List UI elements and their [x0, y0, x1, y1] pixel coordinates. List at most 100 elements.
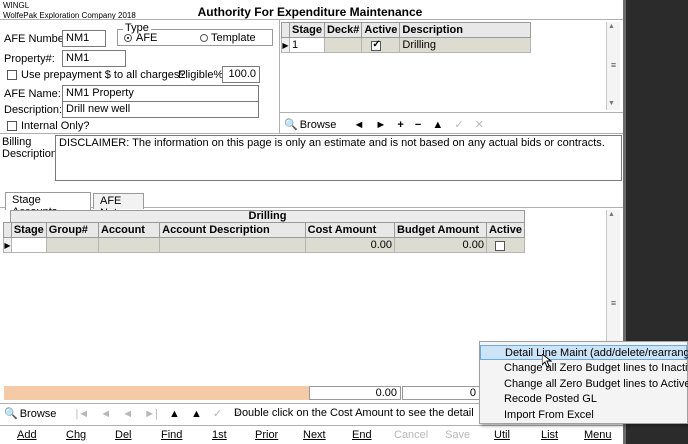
stage-cell[interactable]: 1 — [289, 37, 325, 53]
afe-number-label: AFE Number: — [4, 33, 71, 45]
acct-active-checkbox[interactable] — [494, 241, 505, 251]
budget-amount-column-header[interactable]: Budget Amount — [394, 222, 487, 238]
group-cell[interactable] — [45, 237, 99, 253]
description-label: Description: — [4, 104, 63, 116]
stage-grid: Stage Deck# Active Description ▶ 1 Drill… — [281, 22, 531, 53]
menu-item-zero-budget-inactive[interactable]: Change all Zero Budget lines to Inactive — [480, 361, 688, 376]
accounts-browse-button[interactable]: Browse — [20, 408, 57, 420]
account-column-header[interactable]: Account — [97, 222, 161, 238]
save-button[interactable]: Save — [445, 429, 470, 441]
edit-record-icon[interactable]: ▲ — [191, 408, 202, 420]
post-edit-icon[interactable]: ✓ — [454, 119, 463, 131]
afe-number-input[interactable]: NM1 — [62, 30, 106, 47]
cancel-button[interactable]: Cancel — [394, 429, 428, 441]
stage-navigator: 🔍 Browse ◄ ► + − ▲ ✓ ✕ — [284, 118, 492, 131]
row-indicator-header — [281, 22, 290, 38]
type-template-radio[interactable] — [200, 34, 208, 42]
afe-name-label: AFE Name: — [4, 88, 61, 100]
last-record-icon[interactable]: ►| — [144, 408, 158, 420]
scroll-up-icon[interactable]: ▲ — [608, 23, 615, 30]
acct-active-cell[interactable] — [485, 237, 526, 253]
menu-item-recode-posted-gl[interactable]: Recode Posted GL — [480, 392, 687, 407]
account-cell[interactable] — [97, 237, 161, 253]
deck-cell[interactable] — [323, 37, 363, 53]
active-checkbox[interactable] — [371, 39, 382, 51]
mouse-pointer-icon — [542, 354, 552, 368]
find-button[interactable]: Find — [161, 429, 182, 441]
table-row[interactable]: ▶ 0.00 0.00 — [3, 237, 526, 253]
insert-record-icon[interactable]: + — [397, 119, 403, 131]
scroll-up-icon[interactable]: ▲ — [608, 211, 615, 218]
accounts-navigator: 🔍 Browse |◄ ◄ ◄ ►| ▲ ▲ ✓ ✕ — [4, 407, 250, 420]
tab-afe-notes[interactable]: AFE Notes — [93, 193, 144, 219]
util-button[interactable]: Util — [494, 429, 510, 441]
property-input[interactable]: NM1 — [62, 50, 126, 67]
magnifier-icon[interactable]: 🔍 — [4, 408, 18, 420]
total-budget-field: 0 — [402, 386, 480, 400]
row-indicator-icon: ▶ — [3, 237, 12, 253]
prior-record-icon[interactable]: ◄ — [100, 408, 111, 420]
prepayment-label: Use prepayment $ to all charges? — [21, 69, 186, 81]
prepayment-checkbox[interactable] — [7, 70, 17, 80]
internal-only-checkbox[interactable] — [7, 121, 17, 131]
scroll-grip-icon[interactable]: ≡ — [607, 298, 620, 308]
command-button-row: Add Chg Del Find 1st Prior Next End Canc… — [0, 426, 623, 444]
description-column-header[interactable]: Description — [399, 22, 531, 38]
menu-item-import-from-excel[interactable]: Import From Excel — [480, 408, 687, 423]
cost-amount-column-header[interactable]: Cost Amount — [304, 222, 396, 238]
stage-browse-button[interactable]: Browse — [300, 119, 337, 131]
next-record-icon[interactable]: ► — [375, 119, 386, 131]
eligible-input[interactable]: 100.0 — [222, 66, 260, 83]
stage-column-header[interactable]: Stage — [289, 22, 325, 38]
next-record-icon[interactable]: ◄ — [122, 408, 133, 420]
delete-button[interactable]: Del — [115, 429, 132, 441]
deck-column-header[interactable]: Deck# — [323, 22, 363, 38]
prior-record-icon[interactable]: ◄ — [353, 119, 364, 131]
cost-amount-cell[interactable]: 0.00 — [304, 237, 396, 253]
list-button[interactable]: List — [541, 429, 558, 441]
eligible-label: Eligible%: — [178, 69, 227, 81]
add-button[interactable]: Add — [17, 429, 37, 441]
acct-stage-column-header[interactable]: Stage — [10, 222, 47, 238]
afe-name-input[interactable]: NM1 Property — [62, 85, 259, 102]
post-edit-icon[interactable]: ✓ — [213, 408, 222, 420]
group-column-header[interactable]: Group# — [45, 222, 99, 238]
description-input[interactable]: Drill new well — [62, 101, 259, 118]
account-description-column-header[interactable]: Account Description — [159, 222, 306, 238]
totals-bar — [4, 386, 309, 400]
util-context-menu: Detail Line Maint (add/delete/rearrange)… — [479, 341, 688, 424]
tab-stage-accounts[interactable]: Stage Accounts — [5, 192, 91, 218]
internal-only-label: Internal Only? — [21, 120, 90, 132]
active-cell[interactable] — [361, 37, 401, 53]
next-button[interactable]: Next — [303, 429, 326, 441]
magnifier-icon[interactable]: 🔍 — [284, 119, 298, 131]
billing-top-divider — [0, 133, 623, 134]
scroll-down-icon[interactable]: ▼ — [608, 100, 615, 107]
menu-item-detail-line-maint[interactable]: Detail Line Maint (add/delete/rearrange) — [480, 345, 688, 360]
stage-grid-scrollbar[interactable]: ▲ ≡ ▼ — [606, 22, 620, 110]
cancel-edit-icon[interactable]: ✕ — [475, 119, 484, 131]
description-cell[interactable]: Drilling — [399, 37, 531, 53]
menu-item-zero-budget-active[interactable]: Change all Zero Budget lines to Active — [480, 377, 688, 392]
first-button[interactable]: 1st — [212, 429, 227, 441]
prior-button[interactable]: Prior — [255, 429, 278, 441]
change-button[interactable]: Chg — [66, 429, 86, 441]
row-indicator-icon: ▶ — [281, 37, 290, 53]
scroll-grip-icon[interactable]: ≡ — [607, 60, 620, 70]
insert-record-icon[interactable]: ▲ — [169, 408, 180, 420]
acct-active-column-header[interactable]: Active — [485, 222, 526, 238]
table-row[interactable]: ▶ 1 Drilling — [281, 37, 531, 53]
delete-record-icon[interactable]: − — [415, 119, 421, 131]
first-record-icon[interactable]: |◄ — [75, 408, 89, 420]
menu-button[interactable]: Menu — [584, 429, 612, 441]
budget-amount-cell[interactable]: 0.00 — [394, 237, 487, 253]
account-description-cell[interactable] — [159, 237, 306, 253]
edit-record-icon[interactable]: ▲ — [432, 119, 443, 131]
billing-description-textarea[interactable]: DISCLAIMER: The information on this page… — [55, 135, 622, 181]
acct-stage-cell[interactable] — [10, 237, 47, 253]
type-afe-radio[interactable] — [124, 34, 132, 42]
active-column-header[interactable]: Active — [361, 22, 401, 38]
window-title: Authority For Expenditure Maintenance — [197, 5, 423, 19]
type-template-label: Template — [211, 32, 256, 44]
end-button[interactable]: End — [352, 429, 372, 441]
